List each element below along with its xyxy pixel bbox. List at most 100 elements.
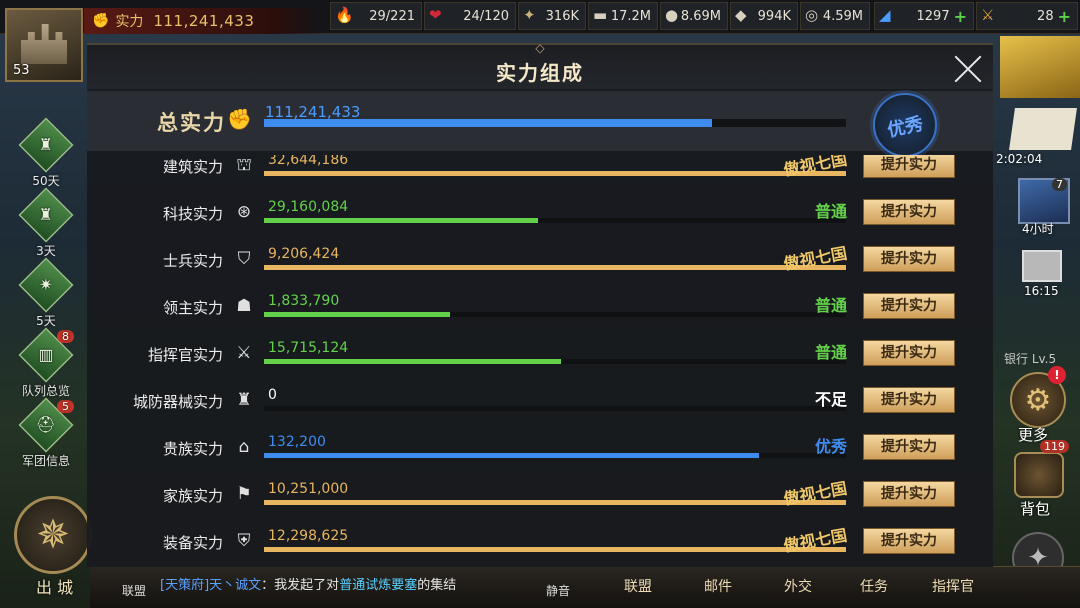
power-row-label: 建筑实力 (162, 158, 223, 176)
tower-defense-icon: ♜ (236, 390, 252, 410)
improve-power-button[interactable]: 提升实力 (863, 293, 955, 319)
backpack-button[interactable]: 背包 (1020, 498, 1050, 519)
stone-icon: ● (665, 6, 679, 24)
total-power-fill (264, 119, 713, 127)
power-row: 领主实力 ☗ 1,833,790 普通 提升实力 (87, 290, 993, 337)
legion-info-button[interactable]: ⛑ 5 军团信息 (14, 397, 78, 469)
tab-commander[interactable]: 指挥官 (932, 576, 974, 596)
power-row-fill (264, 547, 846, 552)
side-event-label: 50天 (32, 174, 60, 188)
resource-iron[interactable]: ◆ 994K (730, 2, 798, 30)
tab-tasks[interactable]: 任务 (860, 576, 888, 596)
backpack-badge: 119 (1040, 440, 1069, 453)
queue-icon: ▥ (38, 345, 54, 364)
resource-crystal[interactable]: ◢ 1297 + (874, 2, 974, 30)
legion-badge: 5 (57, 400, 74, 413)
power-row-label: 装备实力 (162, 534, 223, 552)
resource-value: 1297 (916, 8, 950, 24)
tab-diplomacy[interactable]: 外交 (784, 576, 812, 596)
resource-health[interactable]: ❤ 24/120 (424, 2, 516, 30)
improve-power-button[interactable]: 提升实力 (863, 481, 955, 507)
side-event-3[interactable]: ✷ 5天 (14, 257, 78, 329)
chat-target: 普通试炼要塞 (339, 578, 418, 593)
improve-power-button[interactable]: 提升实力 (863, 528, 955, 554)
power-row: 装备实力 ⛨ 12,298,625 傲视七国 提升实力 (87, 525, 993, 569)
power-row-grade: 优秀 (814, 437, 847, 456)
backpack-icon[interactable] (1014, 452, 1064, 498)
total-power-bar (264, 119, 846, 127)
treasure-chest-icon[interactable] (1000, 36, 1080, 98)
power-row-fill (264, 359, 561, 364)
power-row-value: 10,251,000 (268, 481, 349, 497)
improve-power-button[interactable]: 提升实力 (863, 155, 955, 178)
tab-mail[interactable]: 邮件 (704, 576, 732, 596)
improve-power-button[interactable]: 提升实力 (863, 246, 955, 272)
total-power-label: 总实力 (157, 110, 226, 135)
power-summary[interactable]: ✊ 实力 111,241,433 (84, 8, 324, 34)
player-avatar[interactable]: 53 (5, 8, 83, 82)
resource-food[interactable]: ✦ 316K (518, 2, 586, 30)
iron-icon: ◆ (735, 6, 747, 24)
power-label: 实力 (115, 14, 144, 30)
improve-power-button[interactable]: 提升实力 (863, 387, 955, 413)
castle-portrait-icon (21, 24, 67, 64)
power-row-value: 32,644,186 (268, 155, 349, 168)
improve-power-button[interactable]: 提升实力 (863, 434, 955, 460)
chest-icon[interactable] (1022, 250, 1062, 282)
power-row: 士兵实力 ⛉ 9,206,424 傲视七国 提升实力 (87, 243, 993, 290)
add-crystal-icon[interactable]: + (954, 7, 967, 26)
side-event-label: 3天 (36, 244, 56, 258)
power-row-value: 0 (268, 387, 277, 403)
power-fist-icon: ✊ (227, 107, 252, 131)
power-row-bar (264, 406, 846, 411)
equipment-icon: ⛨ (237, 531, 251, 551)
event-timer: 2:02:04 (996, 152, 1043, 166)
crossed-swords-icon: ⚔ (236, 343, 252, 363)
alliance-chat-tab[interactable]: 联盟 (122, 582, 146, 599)
flame-icon: 🔥 (335, 6, 354, 24)
add-token-icon[interactable]: + (1058, 7, 1071, 26)
tech-icon: ⊛ (236, 202, 252, 222)
side-event-label: 队列总览 (21, 384, 70, 398)
improve-power-button[interactable]: 提升实力 (863, 199, 955, 225)
exit-city-button[interactable]: 出 城 (36, 574, 73, 598)
power-row-fill (264, 312, 451, 317)
tab-alliance[interactable]: 联盟 (624, 576, 652, 596)
side-event-2[interactable]: ♜ 3天 (14, 187, 78, 259)
power-row-bar (264, 312, 846, 317)
resource-token[interactable]: ⚔ 28 + (976, 2, 1078, 30)
power-row: 科技实力 ⊛ 29,160,084 普通 提升实力 (87, 196, 993, 243)
heart-icon: ❤ (429, 6, 442, 24)
close-button[interactable] (953, 53, 985, 85)
mute-button[interactable]: 静音 (546, 582, 570, 599)
power-row-fill (264, 453, 759, 458)
power-row-grade: 不足 (814, 390, 847, 409)
scroll-icon[interactable] (1009, 108, 1077, 150)
power-row-fill (264, 218, 538, 223)
power-row-label: 贵族实力 (162, 440, 223, 458)
resource-stamina[interactable]: 🔥 29/221 (330, 2, 422, 30)
improve-power-button[interactable]: 提升实力 (863, 340, 955, 366)
resource-value: 17.2M (610, 8, 651, 24)
power-row-grade: 普通 (814, 296, 847, 315)
resource-value: 4.59M (822, 8, 863, 24)
power-row-label: 领主实力 (162, 299, 223, 317)
chat-text: 的集结 (417, 578, 457, 593)
resource-gold[interactable]: ◎ 4.59M (800, 2, 870, 30)
power-row-bar (264, 171, 846, 176)
chat-message[interactable]: [天策府]天丶诚文：我发起了对普通试炼要塞的集结 (160, 574, 456, 593)
resource-value: 8.69M (680, 8, 721, 24)
power-row: 指挥官实力 ⚔ 15,715,124 普通 提升实力 (87, 337, 993, 384)
wood-icon: ▬ (593, 6, 608, 24)
power-row-bar (264, 359, 846, 364)
power-row-label: 士兵实力 (162, 252, 223, 270)
queue-overview-button[interactable]: ▥ 8 队列总览 (14, 327, 78, 399)
power-row: 建筑实力 ⛫ 32,644,186 傲视七国 提升实力 (87, 155, 993, 196)
resource-wood[interactable]: ▬ 17.2M (588, 2, 658, 30)
resource-stone[interactable]: ● 8.69M (660, 2, 728, 30)
power-composition-dialog: ◇ 实力组成 总实力 ✊ 111,241,433 优秀 建筑实力 ⛫ 32,644,… (87, 41, 993, 569)
side-event-label: 5天 (36, 314, 56, 328)
side-event-1[interactable]: ♜ 50天 (14, 117, 78, 189)
chat-faction: [天策府] (160, 578, 210, 593)
compass-icon[interactable]: ✵ (14, 496, 92, 574)
